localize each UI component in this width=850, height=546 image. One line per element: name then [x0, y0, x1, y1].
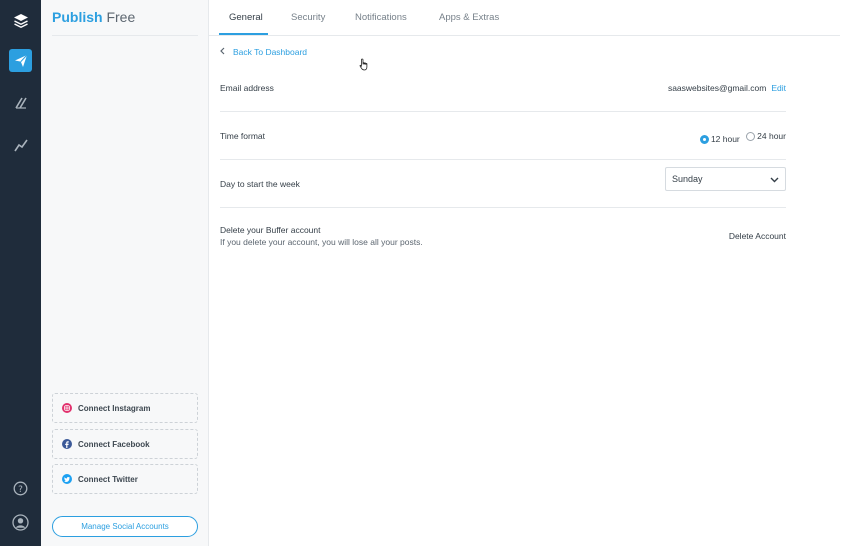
facebook-icon [62, 439, 72, 449]
sidebar-divider [52, 35, 198, 36]
sidebar: Publish Free Connect Instagram Connect F… [41, 0, 209, 546]
connect-instagram-label: Connect Instagram [78, 403, 151, 413]
settings-main: General Security Notifications Apps & Ex… [209, 0, 850, 546]
radio-12-hour[interactable]: 12 hour [699, 134, 740, 144]
connect-facebook-button[interactable]: Connect Facebook [52, 429, 198, 459]
back-to-dashboard-link[interactable]: Back To Dashboard [220, 47, 307, 57]
send-icon[interactable] [9, 49, 32, 72]
week-start-value: Sunday [672, 174, 703, 184]
product-title: Publish Free [52, 9, 135, 25]
settings-tabs: General Security Notifications Apps & Ex… [209, 0, 840, 36]
radio-checked-icon [699, 134, 709, 144]
row-divider [220, 207, 786, 208]
connect-facebook-label: Connect Facebook [78, 439, 150, 449]
instagram-icon [62, 403, 72, 413]
help-icon[interactable]: ? [9, 477, 32, 500]
connect-instagram-button[interactable]: Connect Instagram [52, 393, 198, 423]
tab-notifications[interactable]: Notifications [355, 12, 407, 23]
time-format-options: 12 hour 24 hour [696, 131, 786, 144]
manage-social-accounts-button[interactable]: Manage Social Accounts [52, 516, 198, 537]
radio-24-hour[interactable]: 24 hour [746, 131, 786, 141]
tab-apps-extras[interactable]: Apps & Extras [439, 12, 499, 23]
chevron-down-icon [770, 175, 779, 185]
product-name: Publish [52, 9, 103, 25]
user-icon[interactable] [9, 511, 32, 534]
row-divider [220, 111, 786, 112]
connect-twitter-label: Connect Twitter [78, 474, 138, 484]
hand-cursor-icon [359, 58, 370, 76]
connect-twitter-button[interactable]: Connect Twitter [52, 464, 198, 494]
active-tab-indicator [219, 33, 268, 35]
back-to-dashboard-label: Back To Dashboard [233, 47, 308, 57]
svg-text:?: ? [18, 485, 23, 495]
layers-icon[interactable] [9, 9, 32, 32]
analyze-icon[interactable] [9, 133, 32, 156]
delete-account-description: If you delete your account, you will los… [220, 237, 423, 247]
week-start-select[interactable]: Sunday [665, 167, 786, 191]
row-divider [220, 159, 786, 160]
reply-icon[interactable] [9, 91, 32, 114]
tab-general[interactable]: General [229, 12, 263, 23]
email-label: Email address [220, 83, 274, 93]
chevron-left-icon [220, 47, 225, 57]
time-format-label: Time format [220, 131, 266, 141]
email-value-group: saaswebsites@gmail.com Edit [668, 83, 786, 93]
tab-security[interactable]: Security [291, 12, 325, 23]
radio-unchecked-icon [746, 131, 756, 141]
delete-account-title: Delete your Buffer account [220, 225, 321, 235]
radio-12-hour-label: 12 hour [710, 134, 740, 144]
app-rail: ? [0, 0, 41, 546]
plan-name: Free [106, 9, 136, 25]
week-start-label: Day to start the week [220, 179, 300, 189]
edit-email-link[interactable]: Edit [771, 83, 786, 93]
twitter-icon [62, 474, 72, 484]
radio-24-hour-label: 24 hour [757, 131, 786, 141]
delete-account-button[interactable]: Delete Account [729, 231, 786, 241]
email-value: saaswebsites@gmail.com [667, 83, 767, 93]
